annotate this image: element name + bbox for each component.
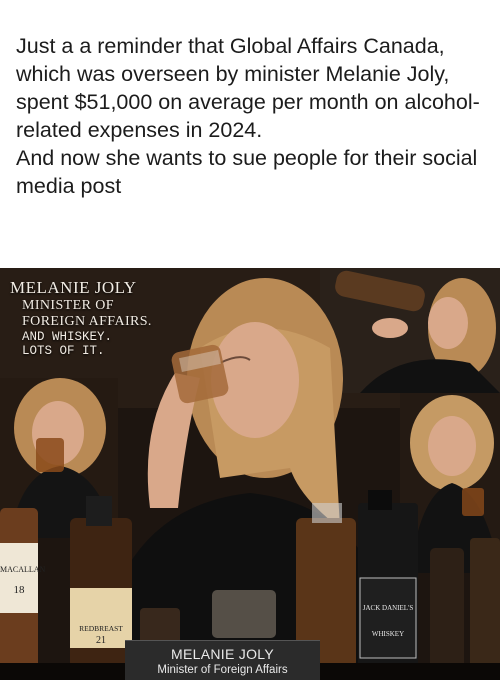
- caption-line-4: LOTS OF IT.: [22, 344, 105, 358]
- macallan-label-text: MACALLAN: [0, 565, 46, 574]
- meme-caption: MELANIE JOLY MINISTER OF FOREIGN AFFAIRS…: [10, 278, 152, 358]
- macallan-age: 18: [13, 584, 25, 596]
- caption-line-3: AND WHISKEY.: [22, 330, 113, 344]
- caption-name: MELANIE JOLY: [10, 278, 137, 297]
- jack-label-sub: WHISKEY: [371, 630, 405, 638]
- jack-label-text: JACK DANIEL'S: [362, 604, 414, 612]
- jack-label: JACK DANIEL'S WHISKEY: [360, 604, 416, 638]
- meme-photo: MELANIE JOLY MINISTER OF FOREIGN AFFAIRS…: [0, 268, 500, 680]
- nameplate-role: Minister of Foreign Affairs: [157, 664, 288, 676]
- nameplate-name: MELANIE JOLY: [171, 646, 274, 662]
- caption-title-line-1: MINISTER OF: [22, 298, 114, 313]
- redbreast-age: 21: [96, 635, 106, 646]
- nameplate: MELANIE JOLY Minister of Foreign Affairs: [125, 640, 320, 680]
- post-paragraph-2: And now she wants to sue people for thei…: [16, 146, 478, 198]
- post-text: Just a a reminder that Global Affairs Ca…: [16, 32, 488, 200]
- macallan-label: MACALLAN 18: [0, 565, 46, 596]
- redbreast-label-text: REDBREAST: [79, 624, 123, 633]
- caption-title-line-2: FOREIGN AFFAIRS.: [22, 314, 152, 329]
- post-paragraph-1: Just a a reminder that Global Affairs Ca…: [16, 34, 480, 142]
- redbreast-label: REDBREAST 21: [70, 624, 132, 646]
